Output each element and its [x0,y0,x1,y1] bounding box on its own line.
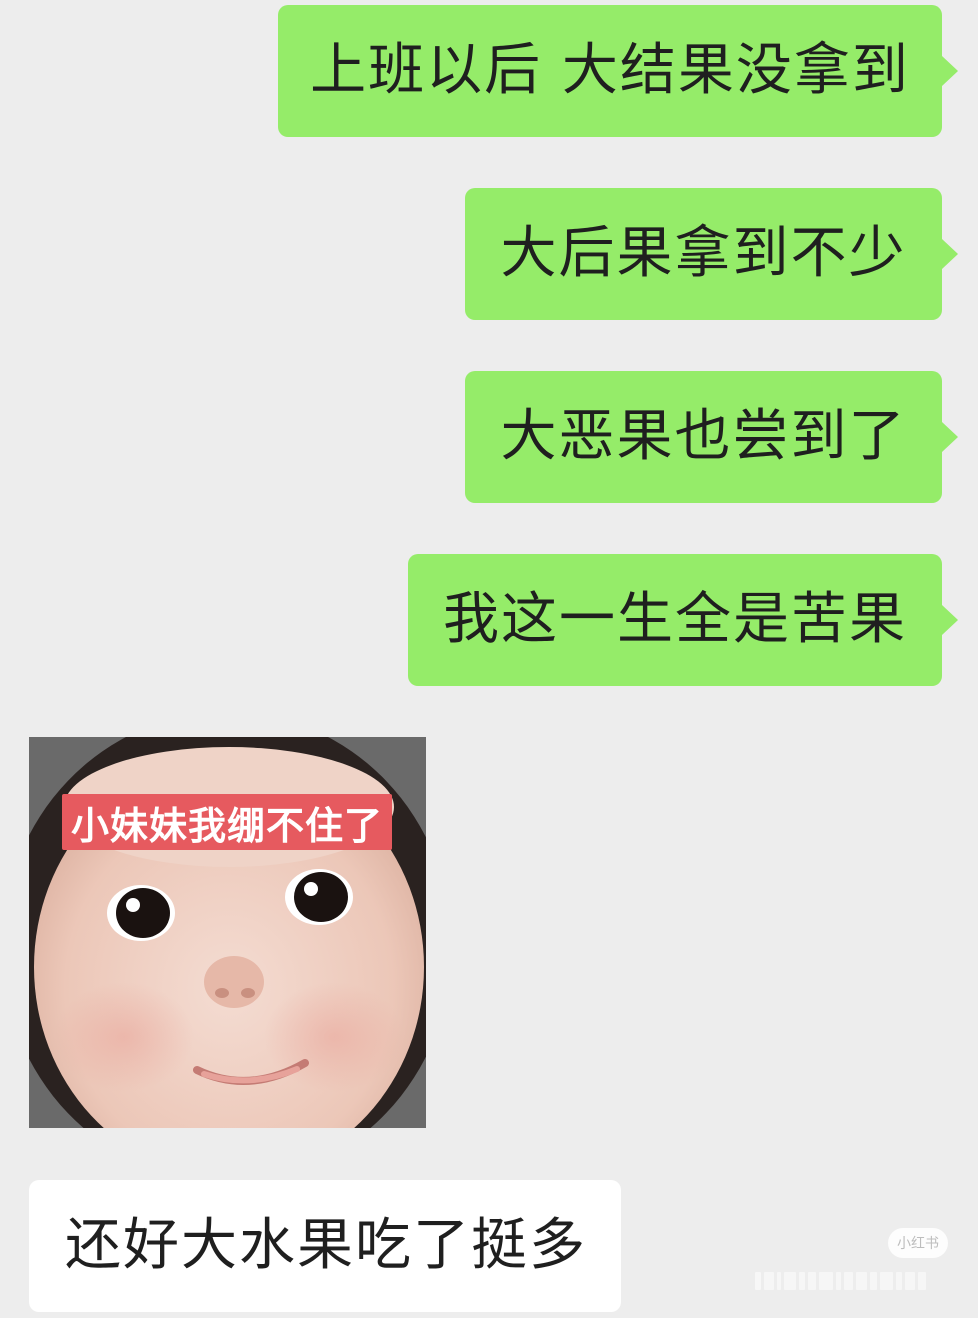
message-bubble-sent[interactable]: 大后果拿到不少 [465,188,942,320]
message-bubble-received[interactable]: 还好大水果吃了挺多 [29,1180,621,1312]
message-text: 上班以后 大结果没拿到 [310,38,910,103]
watermark-logo: 小红书 [888,1228,948,1258]
message-text: 大后果拿到不少 [500,221,907,286]
sticker-image[interactable]: 小妹妹我绷不住了 [29,737,426,1128]
message-text: 还好大水果吃了挺多 [65,1213,587,1278]
message-bubble-sent[interactable]: 上班以后 大结果没拿到 [278,5,942,137]
message-text: 我这一生全是苦果 [443,587,907,652]
message-bubble-sent[interactable]: 大恶果也尝到了 [465,371,942,503]
watermark-id-strip [755,1270,945,1292]
message-bubble-sent[interactable]: 我这一生全是苦果 [408,554,942,686]
sticker-caption: 小妹妹我绷不住了 [62,794,392,850]
message-text: 大恶果也尝到了 [500,404,907,469]
